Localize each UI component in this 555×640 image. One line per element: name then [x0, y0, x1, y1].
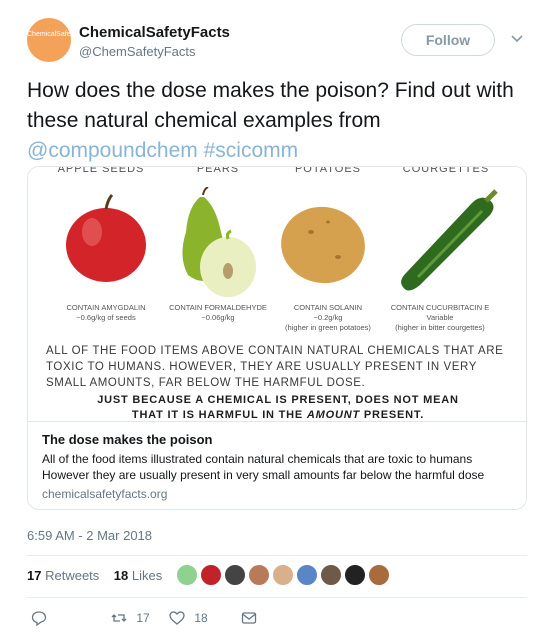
- message-button[interactable]: [241, 607, 257, 627]
- link-card[interactable]: APPLE SEEDS PEARS POTATOES COURGETTES CO…: [27, 166, 527, 510]
- category-label: POTATOES: [294, 166, 362, 175]
- card-description: All of the food items illustrated contai…: [42, 452, 485, 482]
- card-domain: chemicalsafetyfacts.org: [42, 487, 168, 501]
- liker-avatar[interactable]: [368, 564, 390, 586]
- tweet-timestamp[interactable]: 6:59 AM - 2 Mar 2018: [27, 528, 152, 543]
- liker-avatar[interactable]: [272, 564, 294, 586]
- author-name[interactable]: ChemicalSafetyFacts: [79, 24, 230, 41]
- tweet-actions: 17 18: [27, 607, 527, 629]
- likers-avatars: [176, 564, 476, 588]
- retweet-button[interactable]: 17: [111, 607, 150, 627]
- category-label: APPLE SEEDS: [57, 166, 145, 175]
- reply-button[interactable]: [31, 607, 47, 627]
- caption-potato: CONTAIN SOLANIN ~0.2g/kg (higher in gree…: [285, 303, 371, 332]
- divider: [27, 555, 527, 556]
- caption-courgette: CONTAIN CUCURBITACIN E Variable (higher …: [390, 303, 490, 332]
- retweets-stat[interactable]: 17 Retweets: [27, 568, 99, 583]
- heart-icon: [169, 611, 185, 625]
- retweet-count: 17: [136, 610, 150, 625]
- tweet-text-plain: How does the dose makes the poison? Find…: [27, 79, 514, 132]
- card-body[interactable]: The dose makes the poison All of the foo…: [28, 421, 526, 509]
- apple-illustration: [66, 193, 146, 282]
- liker-avatar[interactable]: [296, 564, 318, 586]
- infographic-image: APPLE SEEDS PEARS POTATOES COURGETTES CO…: [28, 166, 526, 421]
- potato-illustration: [281, 206, 365, 284]
- caption-pear: CONTAIN FORMALDEHYDE ~0.06g/kg: [169, 303, 267, 322]
- mention-link[interactable]: @compoundchem: [27, 139, 198, 162]
- pear-illustration: [182, 187, 256, 297]
- tweet-stats: 17 Retweets 18 Likes: [27, 568, 162, 583]
- infographic-emphasis: JUST BECAUSE A CHEMICAL IS PRESENT, DOES…: [97, 394, 459, 421]
- liker-avatar[interactable]: [320, 564, 342, 586]
- liker-avatar[interactable]: [176, 564, 198, 586]
- category-label: COURGETTES: [402, 166, 490, 175]
- liker-avatar[interactable]: [344, 564, 366, 586]
- tweet-header: ChemicalSafetyFacts ChemicalSafetyFacts …: [27, 18, 537, 70]
- caption-apple: CONTAIN AMYGDALIN ~0.6g/kg of seeds: [66, 303, 146, 322]
- liker-avatar[interactable]: [248, 564, 270, 586]
- envelope-icon: [241, 612, 257, 624]
- follow-button[interactable]: Follow: [401, 24, 495, 56]
- likes-stat[interactable]: 18 Likes: [114, 568, 162, 583]
- liker-avatar[interactable]: [200, 564, 222, 586]
- courgette-illustration: [401, 189, 498, 291]
- like-button[interactable]: 18: [169, 607, 208, 627]
- divider: [27, 597, 527, 598]
- hashtag-link[interactable]: #scicomm: [204, 139, 299, 162]
- produce-illustrations: [66, 187, 498, 297]
- avatar[interactable]: ChemicalSafetyFacts: [27, 18, 71, 62]
- category-row: APPLE SEEDS PEARS POTATOES COURGETTES: [28, 166, 526, 181]
- chevron-down-icon[interactable]: [509, 30, 525, 46]
- infographic-paragraph: ALL OF THE FOOD ITEMS ABOVE CONTAIN NATU…: [46, 345, 504, 389]
- like-count: 18: [194, 610, 208, 625]
- retweet-icon: [111, 613, 127, 622]
- card-title: The dose makes the poison: [42, 432, 213, 447]
- tweet-text: How does the dose makes the poison? Find…: [27, 76, 527, 166]
- category-label: PEARS: [196, 166, 240, 175]
- reply-icon: [31, 611, 47, 627]
- liker-avatar[interactable]: [224, 564, 246, 586]
- author-handle[interactable]: @ChemSafetyFacts: [79, 44, 196, 59]
